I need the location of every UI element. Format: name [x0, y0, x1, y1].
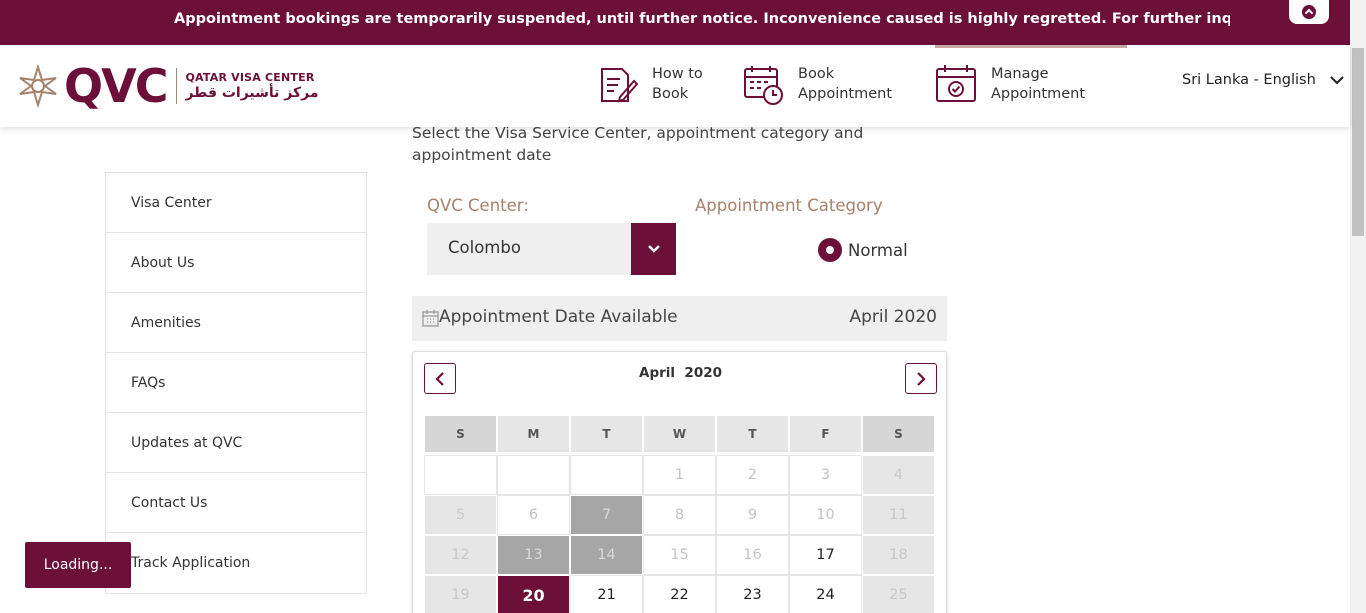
- nav-manage-appointment[interactable]: Manage Appointment: [935, 63, 1085, 105]
- date-available-month: April 2020: [849, 307, 937, 327]
- chevron-left-icon: [435, 371, 444, 386]
- calendar-day-22[interactable]: 22: [643, 575, 716, 613]
- sidebar-menu: Visa Center About Us Amenities FAQs Upda…: [105, 172, 367, 594]
- calendar-day-empty: [570, 455, 643, 495]
- logo-divider: [176, 68, 178, 104]
- calendar-grid: S M T W T F S 1 2 3 4 5 6 7 8 9 10 11 12 13 14 15 16 17 18 19 20 21…: [424, 415, 935, 613]
- nav-label-line2: Appointment: [991, 86, 1086, 102]
- date-available-bar: Appointment Date Available April 2020: [412, 296, 947, 341]
- calendar-weekday-header: S: [424, 415, 497, 453]
- sidebar-item-about-us[interactable]: About Us: [106, 233, 366, 293]
- appointment-calendar: April 2020 S M T W T F S 1 2 3 4 5 6 7 8 9 10 11 12 13 14 15 1…: [412, 351, 947, 613]
- announcement-banner: Appointment bookings are temporarily sus…: [0, 0, 1350, 45]
- calendar-check-icon: [936, 65, 976, 102]
- sidebar-item-faqs[interactable]: FAQs: [106, 353, 366, 413]
- instructions-text: Select the Visa Service Center, appointm…: [412, 124, 864, 164]
- calendar-day-24[interactable]: 24: [789, 575, 862, 613]
- page-scrollbar[interactable]: [1350, 0, 1366, 613]
- category-radio-normal[interactable]: Normal: [818, 238, 908, 262]
- qvc-center-label: QVC Center:: [427, 196, 529, 215]
- sidebar-item-amenities[interactable]: Amenities: [106, 293, 366, 353]
- calendar-icon: [422, 310, 439, 327]
- calendar-next-button[interactable]: [905, 363, 937, 394]
- appointment-category-label: Appointment Category: [695, 196, 883, 215]
- calendar-month-title: April 2020: [639, 365, 722, 381]
- document-pen-icon: [601, 68, 638, 103]
- logo-name-ar: مركز تأشيرات قطر: [185, 85, 319, 101]
- sidebar-item-contact-us[interactable]: Contact Us: [106, 473, 366, 533]
- calendar-weekday-header: F: [789, 415, 862, 453]
- sidebar-item-track-application[interactable]: Track Application: [106, 533, 366, 593]
- calendar-day-7: 7: [570, 495, 643, 535]
- calendar-day-25: 25: [862, 575, 935, 613]
- calendar-weekday-header: T: [570, 415, 643, 453]
- site-header: QVC QATAR VISA CENTER مركز تأشيرات قطر H…: [0, 45, 1350, 127]
- calendar-day-18: 18: [862, 535, 935, 575]
- scrollbar-thumb[interactable]: [1352, 48, 1364, 236]
- chevron-right-icon: [917, 371, 926, 386]
- sidebar-item-updates[interactable]: Updates at QVC: [106, 413, 366, 473]
- calendar-day-1: 1: [643, 455, 716, 495]
- calendar-day-23[interactable]: 23: [716, 575, 789, 613]
- star-emblem-icon: [19, 64, 57, 108]
- nav-book-appointment[interactable]: Book Appointment: [742, 63, 892, 105]
- nav-label-line2: Appointment: [798, 86, 893, 102]
- select-dropdown-button[interactable]: [631, 223, 676, 275]
- calendar-day-5: 5: [424, 495, 497, 535]
- calendar-day-12: 12: [424, 535, 497, 575]
- calendar-day-14: 14: [570, 535, 643, 575]
- nav-label: Manage Appointment: [991, 64, 1085, 104]
- nav-label: How to Book: [652, 64, 703, 104]
- calendar-clock-icon: [744, 66, 783, 105]
- calendar-weekday-header: T: [716, 415, 789, 453]
- nav-label-line2: Book: [652, 86, 689, 102]
- calendar-day-8: 8: [643, 495, 716, 535]
- calendar-day-16: 16: [716, 535, 789, 575]
- calendar-day-17[interactable]: 17: [789, 535, 862, 575]
- nav-active-indicator: [935, 45, 1127, 48]
- qvc-center-select[interactable]: Colombo: [427, 223, 676, 275]
- nav-label-line1: Manage: [991, 66, 1049, 82]
- banner-message: Appointment bookings are temporarily sus…: [174, 11, 1230, 27]
- nav-label-line1: How to: [652, 66, 703, 82]
- calendar-prev-button[interactable]: [424, 363, 456, 394]
- calendar-weekday-header: M: [497, 415, 570, 453]
- calendar-day-9: 9: [716, 495, 789, 535]
- nav-how-to-book[interactable]: How to Book: [596, 63, 703, 105]
- date-available-title: Appointment Date Available: [439, 307, 678, 327]
- language-label: Sri Lanka - English: [1182, 72, 1316, 88]
- calendar-day-11: 11: [862, 495, 935, 535]
- radio-selected-icon: [818, 238, 842, 262]
- logo-text: QATAR VISA CENTER مركز تأشيرات قطر: [185, 71, 318, 101]
- calendar-day-empty: [497, 455, 570, 495]
- calendar-day-4: 4: [862, 455, 935, 495]
- chevron-down-icon: [1330, 76, 1344, 85]
- calendar-weekday-header: S: [862, 415, 935, 453]
- calendar-day-6: 6: [497, 495, 570, 535]
- nav-label-line1: Book: [798, 66, 835, 82]
- calendar-day-20[interactable]: 20: [497, 575, 570, 613]
- calendar-day-21[interactable]: 21: [570, 575, 643, 613]
- qvc-center-value: Colombo: [448, 238, 521, 257]
- calendar-day-19: 19: [424, 575, 497, 613]
- radio-label: Normal: [848, 240, 908, 260]
- chevron-down-icon: [647, 245, 660, 253]
- scroll-top-button[interactable]: [1289, 0, 1329, 24]
- logo-name-en: QATAR VISA CENTER: [185, 71, 315, 84]
- chevron-up-icon: [1302, 5, 1316, 19]
- language-selector[interactable]: Sri Lanka - English: [1182, 72, 1344, 88]
- logo-brand: QVC: [64, 59, 168, 113]
- calendar-weekday-header: W: [643, 415, 716, 453]
- calendar-day-3: 3: [789, 455, 862, 495]
- calendar-day-2: 2: [716, 455, 789, 495]
- qvc-logo[interactable]: QVC QATAR VISA CENTER مركز تأشيرات قطر: [16, 62, 319, 110]
- calendar-day-empty: [424, 455, 497, 495]
- calendar-day-15: 15: [643, 535, 716, 575]
- sidebar-item-visa-center[interactable]: Visa Center: [106, 173, 366, 233]
- nav-label: Book Appointment: [798, 64, 892, 104]
- loading-indicator: Loading...: [25, 542, 131, 588]
- calendar-day-10: 10: [789, 495, 862, 535]
- calendar-day-13: 13: [497, 535, 570, 575]
